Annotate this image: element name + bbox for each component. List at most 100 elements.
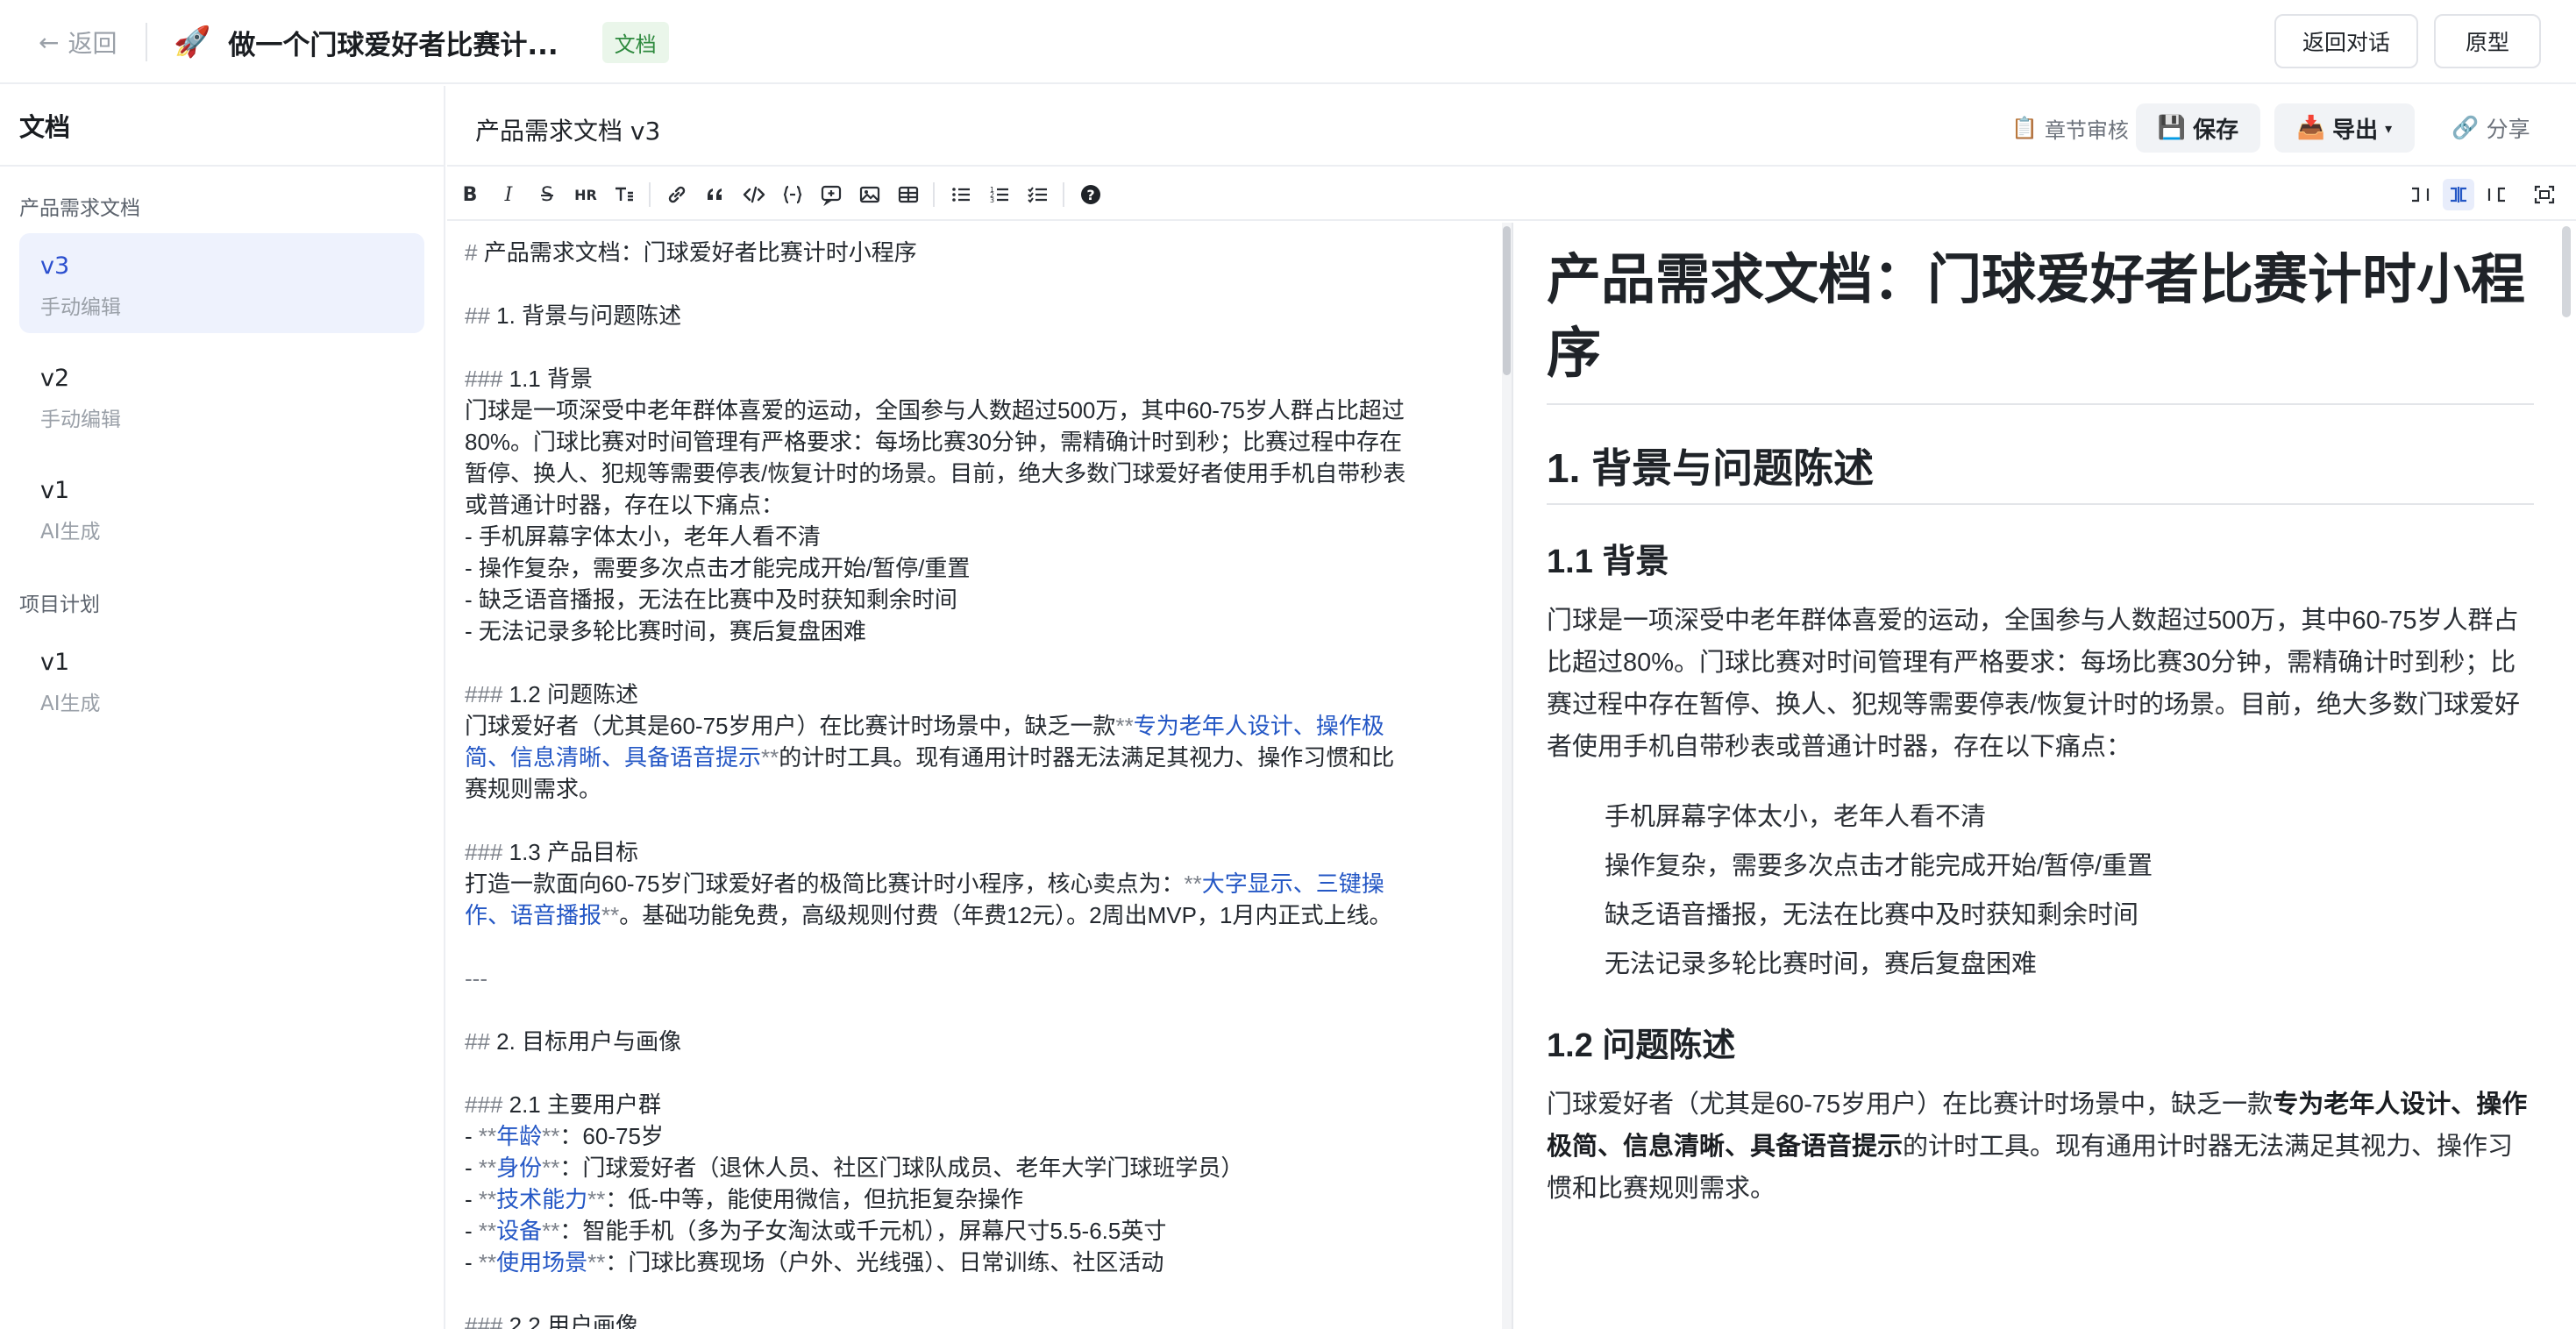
sidebar-item-plan-v1[interactable]: v1 AI生成 <box>19 629 424 729</box>
bullet-list-icon[interactable] <box>945 179 977 210</box>
markdown-bold-text: 年龄 <box>496 1123 543 1149</box>
link-icon: 🔗 <box>2451 115 2480 140</box>
editor-document-name: 产品需求文档 v3 <box>475 117 661 146</box>
markdown-line-text: - <box>465 1186 479 1212</box>
quote-icon[interactable] <box>700 179 731 210</box>
markdown-line: - 无法记录多轮比赛时间，赛后复盘困难 <box>465 615 1491 647</box>
markdown-line: ### 1.1 背景 <box>465 363 1491 394</box>
markdown-syntax: ** <box>587 1249 606 1276</box>
inline-code-icon[interactable] <box>738 179 770 210</box>
prototype-button[interactable]: 原型 <box>2434 14 2541 68</box>
version-label: v3 <box>40 252 70 280</box>
editor-only-view-icon[interactable] <box>2404 179 2436 210</box>
markdown-line-text: ：门球爱好者（退休人员、社区门球队成员、老年大学门球班学员） <box>559 1155 1244 1181</box>
markdown-line <box>465 268 1491 300</box>
preview-heading-3: 1.2 问题陈述 <box>1547 1027 1736 1064</box>
italic-button[interactable]: I <box>493 179 524 210</box>
markdown-line: 门球爱好者（尤其是60-75岁用户）在比赛计时场景中，缺乏一款**专为老年人设计… <box>465 710 1491 742</box>
comment-icon[interactable] <box>815 179 847 210</box>
markdown-line <box>465 931 1491 963</box>
markdown-syntax: ** <box>1184 871 1202 897</box>
editor-scrollbar-track[interactable] <box>1502 223 1512 1329</box>
markdown-bold-text: 使用场景 <box>496 1249 588 1276</box>
markdown-line-text: 2.1 主要用户群 <box>509 1091 661 1118</box>
clipboard-icon: 📋 <box>2011 116 2038 140</box>
save-label: 保存 <box>2193 117 2239 144</box>
return-to-chat-button[interactable]: 返回对话 <box>2274 14 2418 68</box>
markdown-line: ### 1.3 产品目标 <box>465 836 1491 868</box>
toolbar-separator <box>1063 182 1064 207</box>
markdown-line: - 操作复杂，需要多次点击才能完成开始/暂停/重置 <box>465 552 1491 584</box>
save-button[interactable]: 💾 保存 <box>2136 103 2260 153</box>
markdown-line: ## 2. 目标用户与画像 <box>465 1026 1491 1057</box>
markdown-syntax: ### <box>465 681 509 707</box>
image-icon[interactable] <box>854 179 886 210</box>
markdown-line <box>465 994 1491 1026</box>
preview-only-view-icon[interactable] <box>2481 179 2513 210</box>
back-button[interactable]: ← 返回 <box>39 23 117 61</box>
sidebar-item-prd-v2[interactable]: v2 手动编辑 <box>19 345 424 445</box>
markdown-syntax: ** <box>1115 713 1134 739</box>
markdown-line-text: - <box>465 1123 479 1149</box>
markdown-syntax: ## <box>465 302 497 329</box>
task-list-icon[interactable] <box>1022 179 1054 210</box>
editor-scrollbar-thumb[interactable] <box>1503 226 1511 375</box>
sidebar-item-prd-v3[interactable]: v3 手动编辑 <box>19 233 424 333</box>
markdown-line: ### 2.2 用户画像 <box>465 1310 1491 1329</box>
markdown-line: - **设备**：智能手机（多为子女淘汰或千元机），屏幕尺寸5.5-6.5英寸 <box>465 1215 1491 1247</box>
preview-paragraph: 门球是一项深受中老年群体喜爱的运动，全国参与人数超过500万，其中60-75岁人… <box>1547 607 2521 761</box>
markdown-line-text: - <box>465 1218 479 1244</box>
strikethrough-button[interactable]: S <box>531 179 563 210</box>
markdown-line: ### 1.2 问题陈述 <box>465 679 1491 710</box>
markdown-line-text: - 操作复杂，需要多次点击才能完成开始/暂停/重置 <box>465 555 971 581</box>
bold-button[interactable]: B <box>454 179 486 210</box>
version-label: v2 <box>40 365 70 392</box>
paragraph-text: 门球爱好者（尤其是60-75岁用户）在比赛计时场景中，缺乏一款 <box>1547 1091 2274 1119</box>
preview-heading-3: 1.1 背景 <box>1547 544 1669 580</box>
section-review-label: 章节审核 <box>2044 117 2129 143</box>
markdown-line: - **使用场景**：门球比赛现场（户外、光线强）、日常训练、社区活动 <box>465 1247 1491 1278</box>
sidebar-group-label: 项目计划 <box>19 593 100 616</box>
markdown-line-text: ：智能手机（多为子女淘汰或千元机），屏幕尺寸5.5-6.5英寸 <box>559 1218 1167 1244</box>
markdown-line: ## 1. 背景与问题陈述 <box>465 300 1491 331</box>
link-icon[interactable] <box>661 179 693 210</box>
svg-text:3: 3 <box>990 196 994 204</box>
markdown-line <box>465 647 1491 679</box>
svg-text:?: ? <box>1086 187 1094 203</box>
share-button[interactable]: 🔗 分享 <box>2434 103 2548 153</box>
markdown-line-text: 门球爱好者（尤其是60-75岁用户）在比赛计时场景中，缺乏一款 <box>465 713 1116 739</box>
markdown-line-text: - <box>465 1249 479 1276</box>
markdown-line-text: 产品需求文档：门球爱好者比赛计时小程序 <box>483 239 917 266</box>
markdown-line-text: - 无法记录多轮比赛时间，赛后复盘困难 <box>465 618 866 644</box>
markdown-line-text: - 缺乏语音播报，无法在比赛中及时获知剩余时间 <box>465 586 957 613</box>
markdown-line: 赛规则需求。 <box>465 773 1491 805</box>
split-view-icon[interactable] <box>2443 179 2474 210</box>
markdown-line-text: 1.3 产品目标 <box>509 839 638 865</box>
heading-icon[interactable] <box>608 179 640 210</box>
markdown-line-text: ：低-中等，能使用微信，但抗拒复杂操作 <box>605 1186 1024 1212</box>
numbered-list-icon[interactable]: 123 <box>984 179 1015 210</box>
horizontal-rule-button[interactable]: HR <box>570 179 601 210</box>
markdown-line: - **身份**：门球爱好者（退休人员、社区门球队成员、老年大学门球班学员） <box>465 1152 1491 1183</box>
markdown-editor[interactable]: # 产品需求文档：门球爱好者比赛计时小程序 ## 1. 背景与问题陈述 ### … <box>447 223 1512 1329</box>
table-icon[interactable] <box>893 179 924 210</box>
preview-scrollbar-thumb[interactable] <box>2562 226 2571 317</box>
list-item: 操作复杂，需要多次点击才能完成开始/暂停/重置 <box>1605 852 2153 880</box>
markdown-syntax: ** <box>478 1249 497 1276</box>
version-source: 手动编辑 <box>40 296 121 319</box>
markdown-line: 暂停、换人、犯规等需要停表/恢复计时的场景。目前，绝大多数门球爱好者使用手机自带… <box>465 458 1491 489</box>
doc-type-badge: 文档 <box>601 21 669 63</box>
markdown-line: 80%。门球比赛对时间管理有严格要求：每场比赛30分钟，需精确计时到秒；比赛过程… <box>465 426 1491 458</box>
markdown-text[interactable]: # 产品需求文档：门球爱好者比赛计时小程序 ## 1. 背景与问题陈述 ### … <box>465 237 1491 1329</box>
export-dropdown-button[interactable]: 📥 导出 ▾ <box>2274 103 2415 153</box>
markdown-syntax: ## <box>465 1028 497 1055</box>
fullscreen-icon[interactable] <box>2529 179 2560 210</box>
sidebar-item-prd-v1[interactable]: v1 AI生成 <box>19 458 424 558</box>
code-block-icon[interactable] <box>777 179 808 210</box>
markdown-syntax: ### <box>465 366 509 392</box>
markdown-line: 简、信息清晰、具备语音提示**的计时工具。现有通用计时器无法满足其视力、操作习惯… <box>465 742 1491 773</box>
markdown-syntax: ** <box>587 1186 606 1212</box>
markdown-line: 作、语音播报**。基础功能免费，高级规则付费（年费12元）。2周出MVP，1月内… <box>465 899 1491 931</box>
section-review-button[interactable]: 📋 章节审核 <box>1987 103 2153 153</box>
help-icon[interactable]: ? <box>1075 179 1107 210</box>
